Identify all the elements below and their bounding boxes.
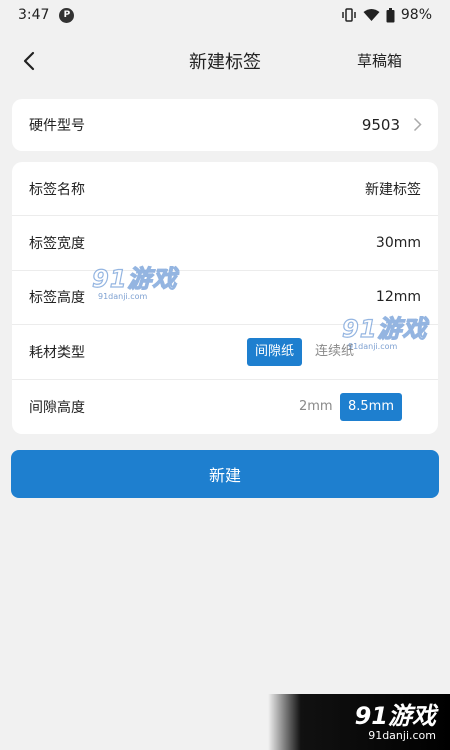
gap-8-5mm-option[interactable]: 8.5mm [340, 392, 403, 421]
app-notification-icon: P [59, 7, 75, 23]
drafts-button[interactable]: 草稿箱 [357, 50, 402, 71]
hardware-model-row[interactable]: 硬件型号 9503 [12, 99, 438, 151]
label-height-value[interactable]: 12mm [376, 289, 421, 305]
battery-icon [386, 7, 395, 22]
vibrate-icon [342, 8, 356, 22]
label-width-value[interactable]: 30mm [376, 235, 421, 251]
gap-height-label: 间隙高度 [29, 399, 85, 416]
hardware-card: 硬件型号 9503 [12, 99, 438, 151]
label-height-label: 标签高度 [29, 290, 85, 307]
status-left: 3:47 P [18, 7, 75, 23]
create-button[interactable]: 新建 [11, 450, 439, 498]
back-button[interactable] [14, 46, 44, 76]
chevron-right-icon [413, 117, 422, 132]
label-width-label: 标签宽度 [29, 236, 85, 253]
battery-percent: 98% [400, 7, 432, 23]
material-type-label: 耗材类型 [29, 344, 85, 361]
material-continuous-paper-option[interactable]: 连续纸 [307, 338, 362, 366]
gap-height-row: 间隙高度 2mm 8.5mm [12, 380, 438, 434]
label-height-row[interactable]: 标签高度 12mm [12, 271, 438, 326]
wifi-icon [363, 9, 380, 21]
status-bar: 3:47 P 98% [0, 0, 450, 30]
label-form-card: 标签名称 新建标签 标签宽度 30mm 标签高度 12mm 耗材类型 间隙纸 连… [12, 162, 438, 434]
status-right: 98% [341, 7, 432, 23]
corner-watermark-sub: 91danji.com [368, 728, 436, 742]
gap-2mm-option[interactable]: 2mm [291, 393, 341, 421]
material-type-row: 耗材类型 间隙纸 连续纸 [12, 325, 438, 380]
label-width-row[interactable]: 标签宽度 30mm [12, 216, 438, 271]
corner-watermark-main: 91游戏 [354, 701, 436, 730]
label-name-label: 标签名称 [29, 181, 85, 198]
label-name-value[interactable]: 新建标签 [365, 179, 421, 199]
page-title: 新建标签 [189, 52, 261, 73]
material-gap-paper-option[interactable]: 间隙纸 [247, 338, 303, 367]
hardware-model-value: 9503 [361, 116, 400, 134]
chevron-left-icon [23, 51, 35, 71]
corner-watermark: 91游戏 91danji.com [268, 694, 450, 750]
status-time: 3:47 [18, 7, 50, 23]
header-bar: 新建标签 草稿箱 [0, 32, 450, 90]
label-name-row[interactable]: 标签名称 新建标签 [12, 162, 438, 217]
hardware-model-label: 硬件型号 [29, 118, 85, 134]
